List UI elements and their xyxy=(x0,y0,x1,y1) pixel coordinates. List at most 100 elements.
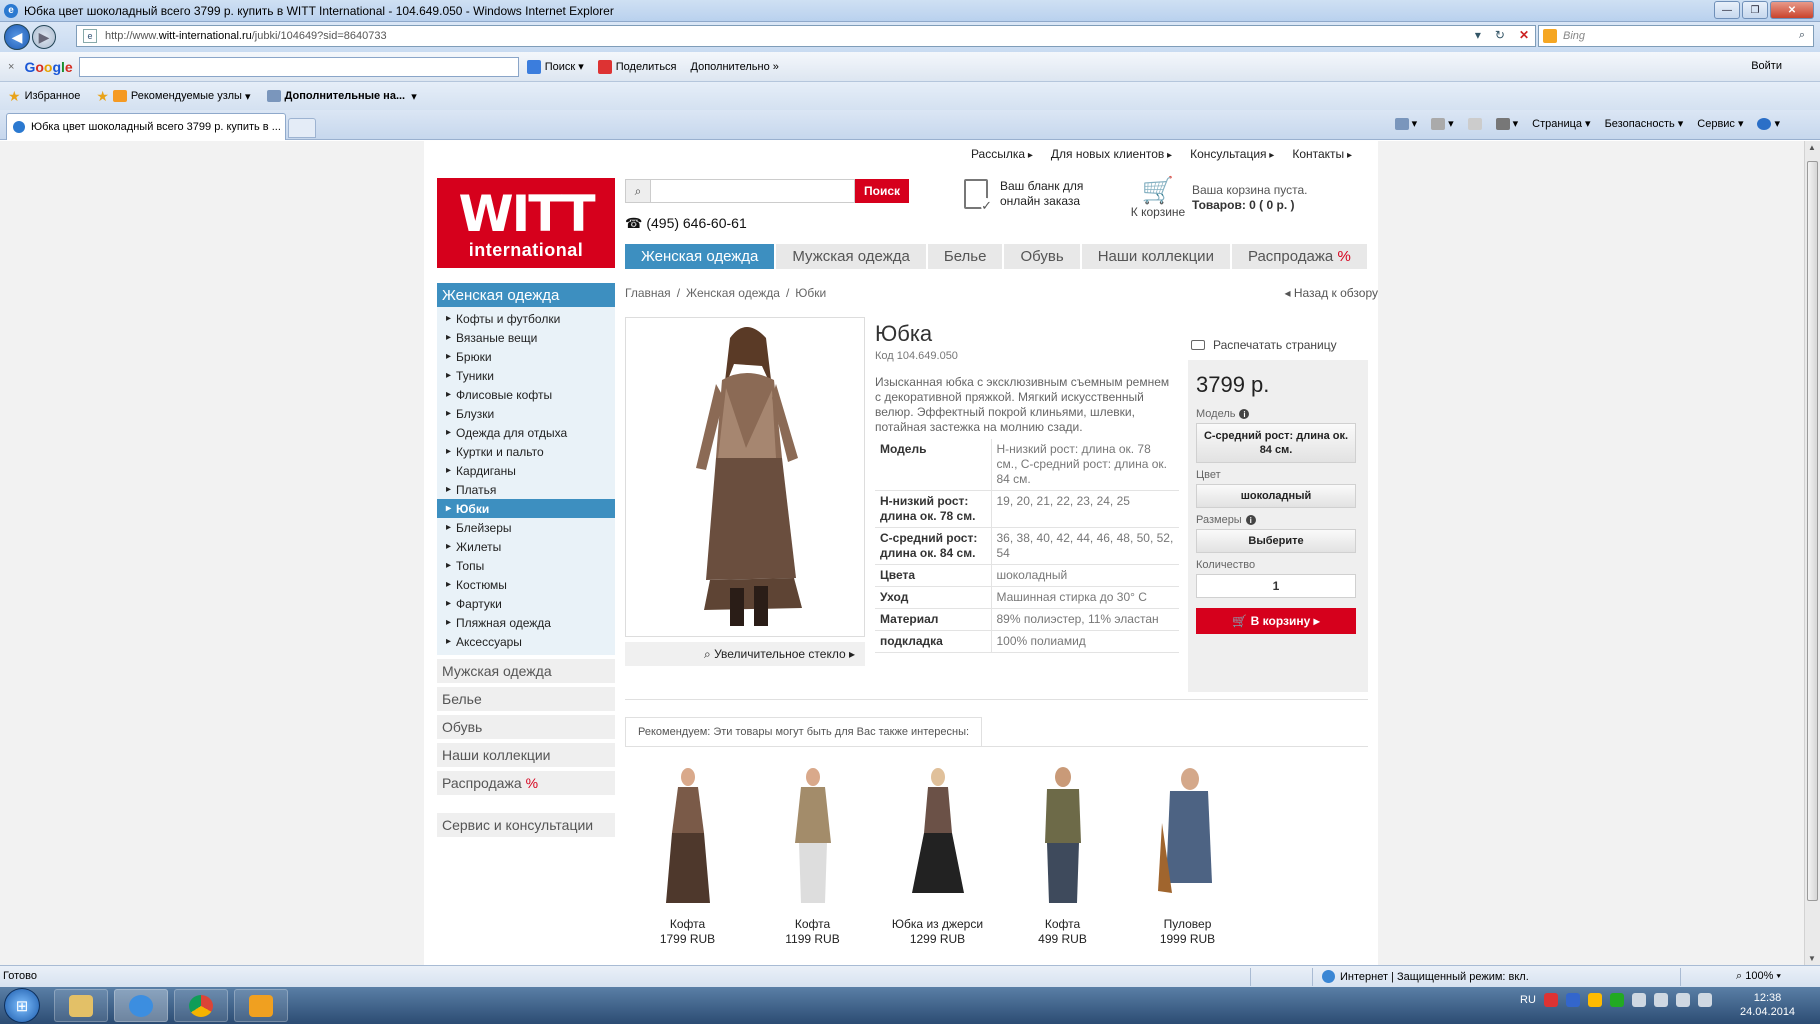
top-link-consultation[interactable]: Консультация xyxy=(1190,147,1274,165)
info-icon[interactable]: i xyxy=(1239,409,1250,419)
recommendations-heading[interactable]: Рекомендуем: Эти товары могут быть для В… xyxy=(625,717,983,747)
search-box[interactable]: Bing ⌕ xyxy=(1538,25,1814,47)
taskbar-ie[interactable] xyxy=(114,989,168,1022)
sidebar-item[interactable]: Жилеты xyxy=(437,537,615,556)
sidebar-service[interactable]: Сервис и консультации xyxy=(437,813,615,837)
forward-button[interactable]: ▶ xyxy=(32,25,56,49)
cart-link[interactable]: 🛒 К корзине xyxy=(1128,175,1188,219)
sidebar-item[interactable]: Блейзеры xyxy=(437,518,615,537)
volume-icon[interactable] xyxy=(1697,993,1712,1007)
tray-icon[interactable] xyxy=(1587,993,1602,1007)
sidebar-item[interactable]: Фартуки xyxy=(437,594,615,613)
tray-icon[interactable] xyxy=(1565,993,1580,1007)
recommendation-item[interactable]: Кофта 499 RUB xyxy=(1000,763,1125,947)
more-button[interactable]: Дополнительно » xyxy=(691,61,779,73)
tab-collections[interactable]: Наши коллекции xyxy=(1081,244,1230,269)
sidebar-item[interactable]: Пляжная одежда xyxy=(437,613,615,632)
tab-underwear[interactable]: Белье xyxy=(927,244,1003,269)
tab-sale[interactable]: Распродажа % xyxy=(1231,244,1367,269)
tab-active[interactable]: Юбка цвет шоколадный всего 3799 р. купит… xyxy=(6,113,286,140)
zoom-link[interactable]: ⌕ Увеличительное стекло ▸ xyxy=(625,642,865,666)
sidebar-category-shoes[interactable]: Обувь xyxy=(437,715,615,739)
sidebar-heading[interactable]: Женская одежда xyxy=(437,283,615,307)
sidebar-item[interactable]: Платья xyxy=(437,480,615,499)
recommendation-item[interactable]: Кофта 1799 RUB xyxy=(625,763,750,947)
favorites-button[interactable]: ★ Избранное xyxy=(8,88,80,105)
close-window-button[interactable]: ✕ xyxy=(1770,1,1814,19)
help-button[interactable]: ▾ xyxy=(1757,117,1780,130)
sidebar-item[interactable]: Вязаные вещи xyxy=(437,328,615,347)
language-indicator[interactable]: RU xyxy=(1520,994,1536,1006)
sidebar-item[interactable]: Туники xyxy=(437,366,615,385)
site-search-button[interactable]: Поиск xyxy=(855,179,909,203)
scroll-up-icon[interactable]: ▲ xyxy=(1808,143,1816,152)
sidebar-item[interactable]: Блузки xyxy=(437,404,615,423)
size-select[interactable]: Выберите xyxy=(1196,529,1356,553)
taskbar-chrome[interactable] xyxy=(174,989,228,1022)
refresh-icon[interactable]: ↻ xyxy=(1495,28,1505,42)
address-bar[interactable]: e http://www.witt-international.ru/jubki… xyxy=(76,25,1536,47)
minimize-button[interactable]: — xyxy=(1714,1,1740,19)
network-icon[interactable] xyxy=(1631,993,1646,1007)
zoom-level[interactable]: ⌕ 100% ▾ xyxy=(1736,970,1781,983)
start-button[interactable]: ⊞ xyxy=(4,988,40,1023)
sidebar-item[interactable]: Куртки и пальто xyxy=(437,442,615,461)
site-search-input[interactable] xyxy=(651,179,855,203)
feeds-button[interactable]: ▾ xyxy=(1431,117,1454,130)
print-page-link[interactable]: Распечатать страницу xyxy=(1191,338,1337,352)
back-button[interactable]: ◀ xyxy=(4,24,30,50)
sidebar-item[interactable]: Топы xyxy=(437,556,615,575)
top-link-newsletter[interactable]: Рассылка xyxy=(971,147,1033,165)
power-icon[interactable] xyxy=(1675,993,1690,1007)
security-zone[interactable]: Интернет | Защищенный режим: вкл. xyxy=(1322,970,1529,983)
order-form-link[interactable]: Ваш бланк дляонлайн заказа xyxy=(964,179,1083,213)
breadcrumb-current[interactable]: Юбки xyxy=(795,286,826,300)
home-button[interactable]: ▾ xyxy=(1394,117,1417,130)
login-button[interactable]: Войти xyxy=(1751,60,1782,72)
sidebar-category-underwear[interactable]: Белье xyxy=(437,687,615,711)
sidebar-item[interactable]: Брюки xyxy=(437,347,615,366)
mail-button[interactable] xyxy=(1467,117,1482,130)
product-photo[interactable] xyxy=(625,317,865,637)
quantity-input[interactable]: 1 xyxy=(1196,574,1356,598)
taskbar-explorer[interactable] xyxy=(54,989,108,1022)
add-to-cart-button[interactable]: 🛒 В корзину ▸ xyxy=(1196,608,1356,634)
breadcrumb-home[interactable]: Главная xyxy=(625,286,671,300)
recommendation-item[interactable]: Юбка из джерси 1299 RUB xyxy=(875,763,1000,947)
dropdown-arrow-icon[interactable]: ▾ xyxy=(1475,28,1481,42)
sidebar-item[interactable]: Флисовые кофты xyxy=(437,385,615,404)
tray-icon[interactable] xyxy=(1543,993,1558,1007)
tab-women[interactable]: Женская одежда xyxy=(625,244,775,269)
breadcrumb-category[interactable]: Женская одежда xyxy=(686,286,780,300)
sidebar-item[interactable]: Кофты и футболки xyxy=(437,309,615,328)
sidebar-item-skirts[interactable]: Юбки xyxy=(437,499,615,518)
scroll-thumb[interactable] xyxy=(1807,161,1818,901)
search-icon[interactable]: ⌕ xyxy=(1799,29,1805,42)
suggested-sites-button[interactable]: ★ Рекомендуемые узлы ▾ xyxy=(96,88,250,105)
new-tab-button[interactable] xyxy=(288,118,316,138)
close-toolbar-icon[interactable]: × xyxy=(8,61,14,73)
google-search-button[interactable]: Поиск ▾ xyxy=(526,59,584,74)
tray-icon[interactable] xyxy=(1609,993,1624,1007)
sidebar-item[interactable]: Аксессуары xyxy=(437,632,615,651)
sidebar-item[interactable]: Костюмы xyxy=(437,575,615,594)
share-button[interactable]: Поделиться xyxy=(597,59,677,74)
stop-icon[interactable]: ✕ xyxy=(1519,28,1529,42)
sidebar-category-men[interactable]: Мужская одежда xyxy=(437,659,615,683)
witt-logo[interactable]: WITT international xyxy=(437,178,615,268)
scroll-down-icon[interactable]: ▼ xyxy=(1808,954,1816,963)
sidebar-category-collections[interactable]: Наши коллекции xyxy=(437,743,615,767)
page-menu[interactable]: Страница ▾ xyxy=(1532,117,1590,131)
sidebar-item[interactable]: Одежда для отдыха xyxy=(437,423,615,442)
color-select[interactable]: шоколадный xyxy=(1196,484,1356,508)
flag-icon[interactable] xyxy=(1653,993,1668,1007)
sidebar-item[interactable]: Кардиганы xyxy=(437,461,615,480)
taskbar-outlook[interactable] xyxy=(234,989,288,1022)
model-select[interactable]: С-средний рост: длина ок. 84 см. xyxy=(1196,423,1356,463)
top-link-contacts[interactable]: Контакты xyxy=(1292,147,1352,165)
tab-shoes[interactable]: Обувь xyxy=(1004,244,1080,269)
vertical-scrollbar[interactable]: ▲ ▼ xyxy=(1804,141,1820,965)
tools-menu[interactable]: Сервис ▾ xyxy=(1697,117,1743,131)
back-to-overview-link[interactable]: ◂ Назад к обзору xyxy=(1284,286,1378,300)
google-search-input[interactable] xyxy=(78,56,519,77)
